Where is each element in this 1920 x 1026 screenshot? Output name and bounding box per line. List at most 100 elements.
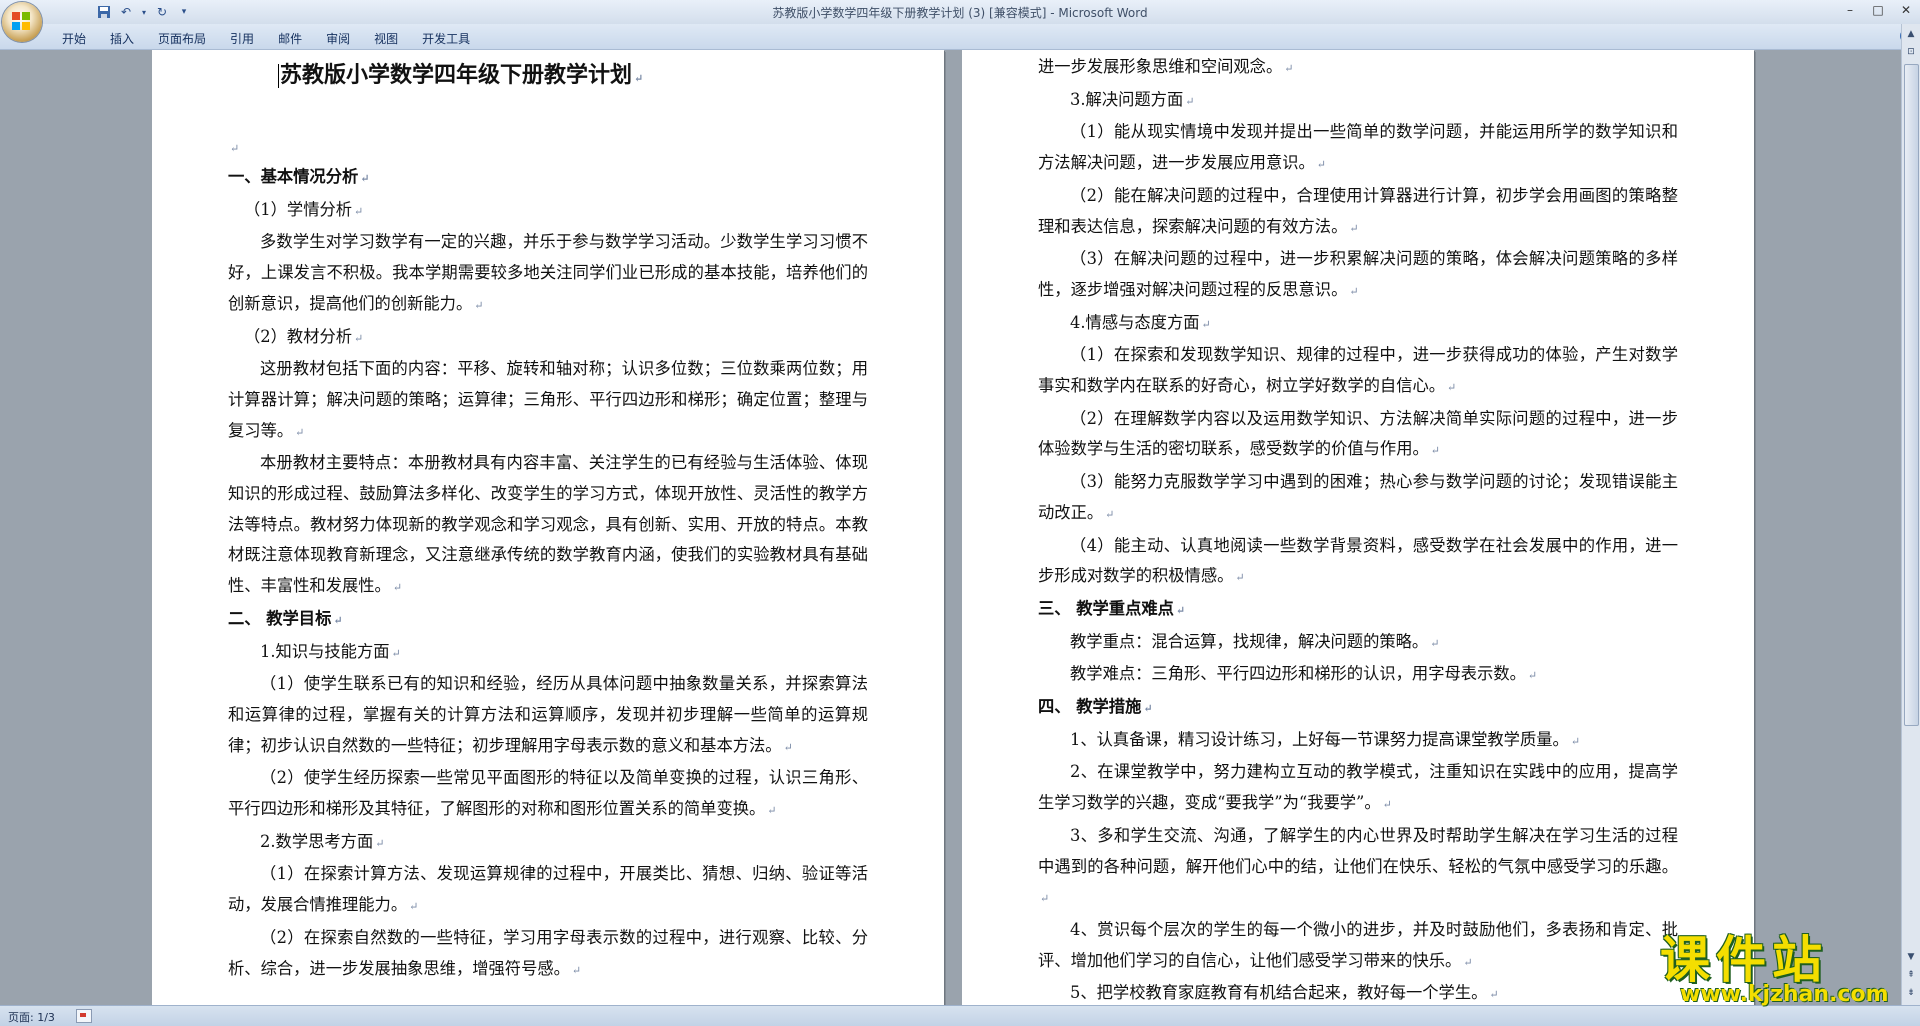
tab-mailings[interactable]: 邮件 xyxy=(266,28,314,49)
paragraph[interactable]: 本册教材主要特点：本册教材具有内容丰富、关注学生的已有经验与生活体验、体现知识的… xyxy=(228,448,868,604)
paragraph-mark: ↵ xyxy=(1316,158,1327,172)
paragraph[interactable]: （2）在理解数学内容以及运用数学知识、方法解决简单实际问题的过程中，进一步体验数… xyxy=(1038,404,1678,467)
paragraph-mark: ↵ xyxy=(333,613,343,627)
paragraph[interactable]: （1）能从现实情境中发现并提出一些简单的数学问题，并能运用所学的数学知识和方法解… xyxy=(1038,117,1678,180)
paragraph[interactable]: （3）能努力克服数学学习中遇到的困难；热心参与数学问题的讨论；发现错误能主动改正… xyxy=(1038,467,1678,530)
scroll-up-icon[interactable]: ▲ xyxy=(1903,26,1919,42)
document-page-2[interactable]: 进一步发展形象思维和空间观念。 ↵ 3.解决问题方面 ↵ （1）能从现实情境中发现并提出… xyxy=(962,50,1754,1005)
window-title: 苏教版小学数学四年级下册教学计划 (3) [兼容模式] - Microsoft … xyxy=(772,6,1148,20)
paragraph[interactable]: （2）能在解决问题的过程中，合理使用计算器进行计算，初步学会用画图的策略整理和表… xyxy=(1038,181,1678,244)
paragraph[interactable]: （1）使学生联系已有的知识和经验，经历从具体问题中抽象数量关系，并探索算法和运算… xyxy=(228,669,868,763)
paragraph[interactable]: 4.情感与态度方面 ↵ xyxy=(1038,308,1678,341)
paragraph-mark: ↵ xyxy=(571,963,582,977)
paragraph-mark: ↵ xyxy=(1175,603,1186,617)
ruler-toggle-icon[interactable]: ⊡ xyxy=(1903,44,1919,60)
tab-references[interactable]: 引用 xyxy=(218,28,266,49)
empty-paragraph[interactable]: ↵ xyxy=(228,132,868,162)
paragraph-mark: ↵ xyxy=(783,740,793,754)
window-controls: – □ ✕ xyxy=(1836,0,1920,22)
paragraph-mark: ↵ xyxy=(1430,444,1440,458)
proofing-status-icon[interactable] xyxy=(76,1009,92,1023)
paragraph-mark: ↵ xyxy=(1284,62,1294,75)
page-count-status[interactable]: 页面: 1/3 xyxy=(8,1009,55,1025)
paragraph-mark: ↵ xyxy=(1143,702,1153,716)
paragraph-mark: ↵ xyxy=(1430,636,1440,650)
previous-page-icon[interactable]: ⇞ xyxy=(1903,967,1919,983)
paragraph[interactable]: 教学重点：混合运算，找规律，解决问题的策略。 ↵ xyxy=(1038,627,1678,660)
paragraph-mark: ↵ xyxy=(1349,284,1359,298)
paragraph-mark: ↵ xyxy=(1447,381,1457,395)
paragraph-mark: ↵ xyxy=(1570,734,1581,748)
paragraph[interactable]: （3）在解决问题的过程中，进一步积累解决问题的策略，体会解决问题策略的多样性，逐… xyxy=(1038,244,1678,307)
tab-insert[interactable]: 插入 xyxy=(98,28,146,49)
paragraph[interactable]: 3.解决问题方面 ↵ xyxy=(1038,85,1678,118)
paragraph-mark: ↵ xyxy=(1235,571,1245,585)
scroll-down-icon[interactable]: ▼ xyxy=(1903,949,1919,965)
office-button[interactable] xyxy=(2,2,42,42)
paragraph[interactable]: 1.知识与技能方面 ↵ xyxy=(228,637,868,670)
tab-home[interactable]: 开始 xyxy=(50,28,98,49)
tab-view[interactable]: 视图 xyxy=(362,28,410,49)
section-heading[interactable]: 三、 教学重点难点 ↵ xyxy=(1038,594,1678,627)
ribbon-tab-bar: 开始 插入 页面布局 引用 邮件 审阅 视图 开发工具 ? xyxy=(0,24,1920,50)
watermark-url: www.kjzhan.com xyxy=(1680,982,1889,1007)
page-2-body[interactable]: 进一步发展形象思维和空间观念。 ↵ 3.解决问题方面 ↵ （1）能从现实情境中发现并提出… xyxy=(1038,52,1678,1005)
paragraph[interactable]: （1）在探索和发现数学知识、规律的过程中，进一步获得成功的体验，产生对数学事实和… xyxy=(1038,340,1678,403)
paragraph-mark: ↵ xyxy=(1185,94,1195,108)
paragraph[interactable]: （1）在探索计算方法、发现运算规律的过程中，开展类比、猜想、归纳、验证等活动，发… xyxy=(228,859,868,922)
paragraph[interactable]: （2）在探索自然数的一些特征，学习用字母表示数的过程中，进行观察、比较、分析、综… xyxy=(228,923,868,986)
paragraph-mark: ↵ xyxy=(1463,955,1473,969)
page-1-body[interactable]: ↵ 一、基本情况分析 ↵ （1）学情分析 ↵ 多数学生对学习数学有一定的兴趣，并乐于参与数… xyxy=(228,132,868,986)
vertical-scrollbar[interactable]: ▲ ⊡ ▼ ⇞ ⇟ xyxy=(1901,24,1920,1005)
status-bar: 页面: 1/3 xyxy=(0,1005,1920,1026)
paragraph-mark: ↵ xyxy=(375,836,385,850)
office-logo-icon xyxy=(12,12,32,32)
paragraph[interactable]: 3、多和学生交流、沟通，了解学生的内心世界及时帮助学生解决在学习生活的过程中遇到… xyxy=(1038,821,1678,915)
document-title[interactable]: 苏教版小学数学四年级下册教学计划 ↵ xyxy=(228,56,868,94)
document-page-1[interactable]: 苏教版小学数学四年级下册教学计划 ↵ ↵ 一、基本情况分析 ↵ （1）学情分析 ↵ 多数学生… xyxy=(152,50,944,1005)
tab-page-layout[interactable]: 页面布局 xyxy=(146,28,218,49)
tab-developer[interactable]: 开发工具 xyxy=(410,28,482,49)
paragraph-mark: ↵ xyxy=(360,172,370,185)
paragraph-mark: ↵ xyxy=(354,204,364,218)
paragraph[interactable]: 进一步发展形象思维和空间观念。 ↵ xyxy=(1038,52,1678,85)
paragraph-mark: ↵ xyxy=(295,425,305,439)
paragraph[interactable]: （2）使学生经历探索一些常见平面图形的特征以及简单变换的过程，认识三角形、平行四… xyxy=(228,763,868,826)
paragraph-mark: ↵ xyxy=(767,804,777,818)
paragraph[interactable]: 这册教材包括下面的内容：平移、旋转和轴对称；认识多位数；三位数乘两位数；用计算器… xyxy=(228,354,868,448)
paragraph-mark: ↵ xyxy=(230,142,240,155)
paragraph[interactable]: 教学难点：三角形、平行四边形和梯形的认识，用字母表示数。 ↵ xyxy=(1038,659,1678,692)
paragraph[interactable]: （4）能主动、认真地阅读一些数学背景资料，感受数学在社会发展中的作用，进一步形成… xyxy=(1038,531,1678,594)
close-button[interactable]: ✕ xyxy=(1892,0,1920,20)
paragraph-mark: ↵ xyxy=(1040,892,1050,906)
minimize-button[interactable]: – xyxy=(1836,0,1864,20)
next-page-icon[interactable]: ⇟ xyxy=(1903,985,1919,1001)
text-cursor xyxy=(278,64,279,88)
paragraph[interactable]: （2）教材分析 ↵ xyxy=(228,322,868,355)
paragraph[interactable]: 1、认真备课，精习设计练习，上好每一节课努力提高课堂教学质量。 ↵ xyxy=(1038,725,1678,758)
paragraph-mark: ↵ xyxy=(1201,317,1211,331)
page-title-block: 苏教版小学数学四年级下册教学计划 ↵ xyxy=(228,56,868,94)
paragraph[interactable]: 2.数学思考方面 ↵ xyxy=(228,827,868,860)
paragraph-mark: ↵ xyxy=(1382,798,1392,812)
paragraph[interactable]: 多数学生对学习数学有一定的兴趣，并乐于参与数学学习活动。少数学生学习习惯不好，上… xyxy=(228,227,868,321)
paragraph[interactable]: （1）学情分析 ↵ xyxy=(228,195,868,228)
section-heading[interactable]: 二、 教学目标 ↵ xyxy=(228,604,868,637)
paragraph-mark: ↵ xyxy=(1349,221,1359,235)
paragraph-mark: ↵ xyxy=(474,298,484,312)
document-workspace[interactable]: 苏教版小学数学四年级下册教学计划 ↵ ↵ 一、基本情况分析 ↵ （1）学情分析 ↵ 多数学生… xyxy=(0,50,1900,1005)
paragraph-mark: ↵ xyxy=(392,581,403,595)
paragraph-mark: ↵ xyxy=(1105,507,1115,521)
tab-review[interactable]: 审阅 xyxy=(314,28,362,49)
scrollbar-thumb[interactable] xyxy=(1904,64,1919,726)
paragraph-mark: ↵ xyxy=(391,646,401,660)
paragraph-mark: ↵ xyxy=(1527,669,1538,683)
section-heading[interactable]: 一、基本情况分析 ↵ xyxy=(228,162,868,195)
paragraph[interactable]: 4、赏识每个层次的学生的每一个微小的进步，并及时鼓励他们，多表扬和肯定、批评、增… xyxy=(1038,915,1678,978)
paragraph[interactable]: 2、在课堂教学中，努力建构立互动的教学模式，注重知识在实践中的应用，提高学生学习… xyxy=(1038,757,1678,820)
site-watermark: 课件站 www.kjzhan.com xyxy=(1660,920,1900,1020)
section-heading[interactable]: 四、 教学措施 ↵ xyxy=(1038,692,1678,725)
paragraph[interactable]: 5、把学校教育家庭教育有机结合起来，教好每一个学生。 ↵ xyxy=(1038,978,1678,1005)
paragraph-mark: ↵ xyxy=(354,331,364,345)
maximize-button[interactable]: □ xyxy=(1864,0,1892,20)
